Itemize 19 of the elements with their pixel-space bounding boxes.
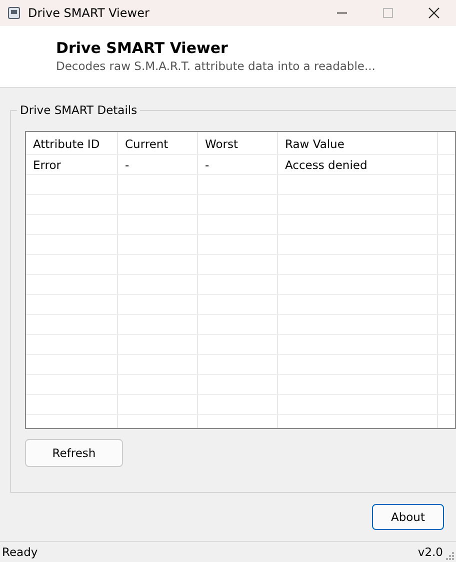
column-header: Raw Value — [278, 132, 438, 154]
table-cell: - — [118, 155, 198, 174]
app-icon — [8, 7, 20, 19]
table-cell: Error — [26, 155, 118, 174]
group-title: Drive SMART Details — [17, 103, 140, 117]
version-label: v2.0 — [418, 545, 443, 559]
column-header: Worst — [198, 132, 278, 154]
window-title: Drive SMART Viewer — [28, 6, 150, 20]
column-header: Attribute ID — [26, 132, 118, 154]
resize-grip-icon — [446, 552, 454, 560]
status-text: Ready — [2, 545, 38, 559]
refresh-button[interactable]: Refresh — [25, 439, 123, 467]
close-icon[interactable] — [428, 7, 440, 19]
table-cell: - — [198, 155, 278, 174]
column-header: Current — [118, 132, 198, 154]
about-button[interactable]: About — [372, 504, 444, 530]
app-title: Drive SMART Viewer — [56, 39, 229, 57]
table-cell: Access denied — [278, 155, 438, 174]
app-subtitle: Decodes raw S.M.A.R.T. attribute data into a readable... — [56, 59, 376, 73]
